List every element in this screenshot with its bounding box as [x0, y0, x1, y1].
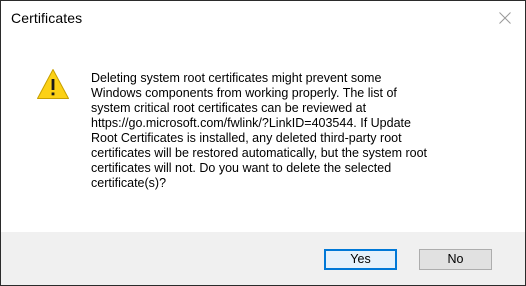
warning-icon — [37, 69, 69, 99]
message-dialog: Certificates Deleting system root certif… — [0, 0, 526, 286]
close-button[interactable] — [485, 1, 525, 35]
dialog-message: Deleting system root certificates might … — [91, 71, 428, 190]
yes-button[interactable]: Yes — [324, 249, 397, 270]
no-button[interactable]: No — [419, 249, 492, 270]
dialog-content: Deleting system root certificates might … — [1, 35, 525, 232]
window-title: Certificates — [11, 10, 83, 26]
title-bar[interactable]: Certificates — [1, 1, 525, 35]
button-bar: Yes No — [1, 232, 525, 285]
close-icon — [499, 12, 511, 24]
